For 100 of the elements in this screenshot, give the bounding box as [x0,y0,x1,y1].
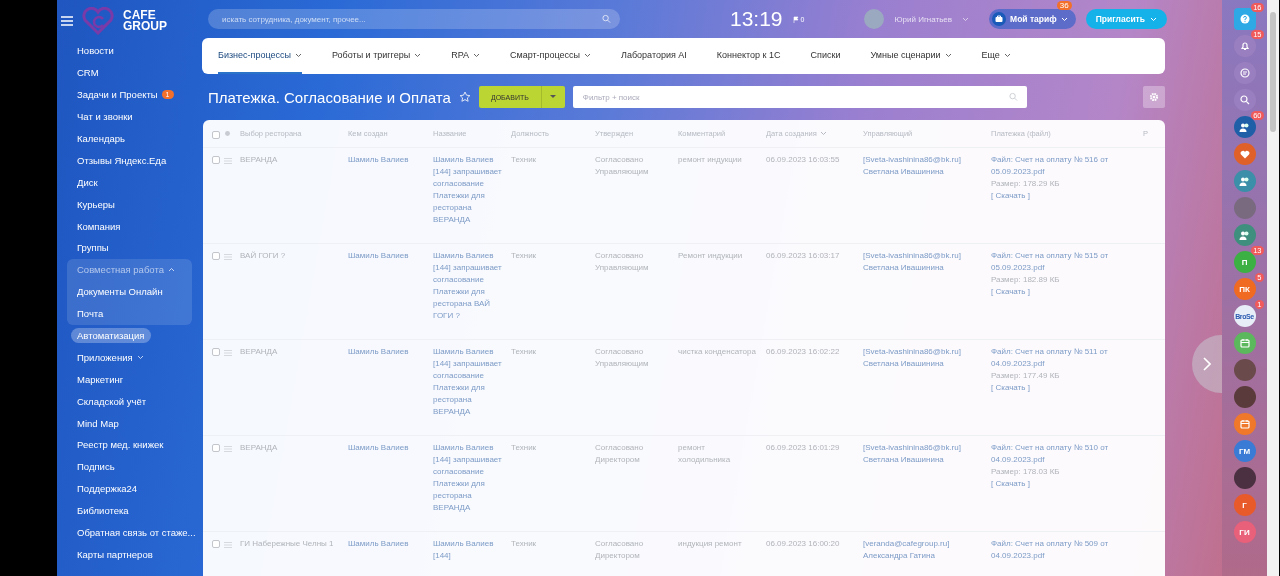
sidebar-item[interactable]: Чат и звонки [67,105,192,128]
table-cell-text: Техник [511,154,538,166]
row-menu-icon[interactable] [224,446,232,452]
row-menu-icon[interactable] [224,158,232,164]
sidebar-item[interactable]: Календарь [67,127,192,150]
user-name[interactable]: Юрий Игнатьев [894,14,953,24]
nav-tab[interactable]: Списки [810,38,841,74]
sidebar-item[interactable]: Поддержка24 [67,477,192,500]
file-link[interactable]: Файл: Счет на оплату № 509 от 04.09.2023.pdf [991,538,1137,562]
sidebar-item[interactable]: Реестр мед. книжек [67,434,192,456]
bell-button[interactable] [1233,35,1256,57]
manager-link[interactable]: [Sveta-ivashinina86@bk.ru] Светлана Ивашинина [863,154,991,178]
avatar-placeholder[interactable] [1233,359,1256,381]
nav-tab[interactable]: RPA [451,38,480,74]
chat-button[interactable] [1233,62,1256,84]
help-button[interactable] [1233,8,1256,30]
initials-avatar[interactable]: ГМ [1233,440,1256,462]
sidebar-item[interactable]: Mind Map [67,412,192,435]
sidebar-item[interactable]: Маркетинг [67,368,192,391]
row-checkbox[interactable] [212,444,220,452]
sidebar-item[interactable]: Складской учёт [67,390,192,413]
sidebar-group[interactable]: Приложения [67,346,192,369]
nav-tab[interactable]: Роботы и триггеры [331,38,422,74]
nav-tab[interactable]: Бизнес-процессы [218,38,302,74]
sidebar-item[interactable]: Документы Онлайн [67,280,192,303]
download-link[interactable]: [ Скачать ] [991,286,1137,298]
nav-tab[interactable]: Умные сценарии [870,38,952,74]
sidebar-item[interactable]: Библиотека [67,499,192,522]
sidebar-item[interactable]: Карты партнеров [67,543,192,566]
file-size-text: Размер: 182.89 КБ [991,274,1061,286]
sidebar-group[interactable]: Совместная работа [67,258,192,281]
invite-button[interactable]: Пригласить [1085,9,1167,29]
creator-link[interactable]: Шамиль Валиев [348,154,433,166]
search-button[interactable] [1233,89,1256,111]
creator-link[interactable]: Шамиль Валиев [348,346,433,358]
nav-tab[interactable]: Коннектор к 1С [716,38,781,74]
scrollbar-thumb[interactable] [1270,12,1276,132]
file-size-text: Размер: 178.03 КБ [991,466,1061,478]
sidebar-item[interactable]: Диск [67,171,192,194]
creator-link[interactable]: Шамиль Валиев [348,538,433,550]
file-link[interactable]: Файл: Счет на оплату № 511 от 04.09.2023.pdf [991,346,1137,370]
star-icon[interactable] [458,91,471,103]
file-link[interactable]: Файл: Счет на оплату № 510 от 04.09.2023.pdf [991,442,1137,466]
row-checkbox[interactable] [212,348,220,356]
creator-link[interactable]: Шамиль Валиев [348,250,433,262]
row-menu-icon[interactable] [224,350,232,356]
row-menu-icon[interactable] [224,254,232,260]
calendar-button[interactable] [1233,332,1256,354]
group-button[interactable] [1233,224,1256,246]
calendar-button[interactable] [1233,413,1256,435]
title-link[interactable]: Шамиль Валиев [144] запрашивает согласование Платежки для ресторана ВАЙ ГОГИ ? [433,250,511,322]
sidebar-item[interactable]: Отзывы Яндекс.Еда [67,149,192,172]
nav-tab[interactable]: Смарт-процессы [510,38,592,74]
sidebar-item[interactable]: Автоматизация [67,324,192,347]
avatar-placeholder[interactable] [1233,386,1256,408]
file-link[interactable]: Файл: Счет на оплату № 515 от 05.09.2023.pdf [991,250,1137,274]
nav-tab[interactable]: Лаборатория AI [621,38,687,74]
download-link[interactable]: [ Скачать ] [991,478,1137,490]
sidebar-item[interactable]: Компания [67,215,192,237]
sidebar-item[interactable]: Новости [67,40,192,62]
manager-link[interactable]: [Sveta-ivashinina86@bk.ru] Светлана Ивашинина [863,442,991,466]
group-button[interactable] [1233,116,1256,138]
avatar-placeholder[interactable] [1233,467,1256,489]
people-icon [1239,230,1250,240]
title-link[interactable]: Шамиль Валиев [144] запрашивает согласование Платежки для ресторана ВЕРАНДА [433,154,511,226]
initials-avatar[interactable]: ГИ [1233,521,1256,543]
creator-link[interactable]: Шамиль Валиев [348,442,433,454]
download-link[interactable]: [ Скачать ] [991,190,1137,202]
title-link[interactable]: Шамиль Валиев [144] запрашивает согласование Платежки для ресторана ВЕРАНДА [433,442,511,514]
tariff-button[interactable]: Мой тариф [989,9,1076,29]
filter-field[interactable]: Фильтр + поиск [572,86,1027,108]
title-link[interactable]: Шамиль Валиев [144] [433,538,511,562]
sidebar-item[interactable]: CRM [67,61,192,84]
sidebar-item[interactable]: Почта [67,302,192,325]
title-link[interactable]: Шамиль Валиев [144] запрашивает согласование Платежки для ресторана ВЕРАНДА [433,346,511,418]
nav-tab[interactable]: Еще [981,38,1011,74]
row-checkbox[interactable] [212,540,220,548]
row-checkbox[interactable] [212,252,220,260]
sidebar-item[interactable]: Подпись [67,455,192,478]
page-title: Платежка. Согласование и Оплата [208,88,451,106]
sidebar-item[interactable]: Группы [67,237,192,259]
manager-link[interactable]: [Sveta-ivashinina86@bk.ru] Светлана Ивашинина [863,346,991,370]
download-link[interactable]: [ Скачать ] [991,382,1137,394]
manager-link[interactable]: [Sveta-ivashinina86@bk.ru] Светлана Ивашинина [863,250,991,274]
settings-icon[interactable] [224,130,231,137]
menu-icon[interactable] [61,16,73,26]
file-link[interactable]: Файл: Счет на оплату № 516 от 05.09.2023.pdf [991,154,1137,178]
group-button[interactable] [1233,170,1256,192]
avatar-placeholder[interactable] [1233,197,1256,219]
next-page-button[interactable] [1192,335,1222,393]
row-menu-icon[interactable] [224,542,232,548]
heart-button[interactable] [1233,143,1256,165]
avatar-placeholder[interactable] [864,9,885,29]
initials-avatar[interactable]: ПК [1233,278,1256,300]
settings-button[interactable] [1143,86,1165,108]
sidebar-item[interactable]: Курьеры [67,193,192,216]
manager-link[interactable]: [veranda@cafegroup.ru] Александра Гатина [863,538,991,562]
row-checkbox[interactable] [212,156,220,164]
initials-avatar[interactable]: Г [1233,494,1256,516]
select-all-checkbox[interactable] [212,130,220,139]
